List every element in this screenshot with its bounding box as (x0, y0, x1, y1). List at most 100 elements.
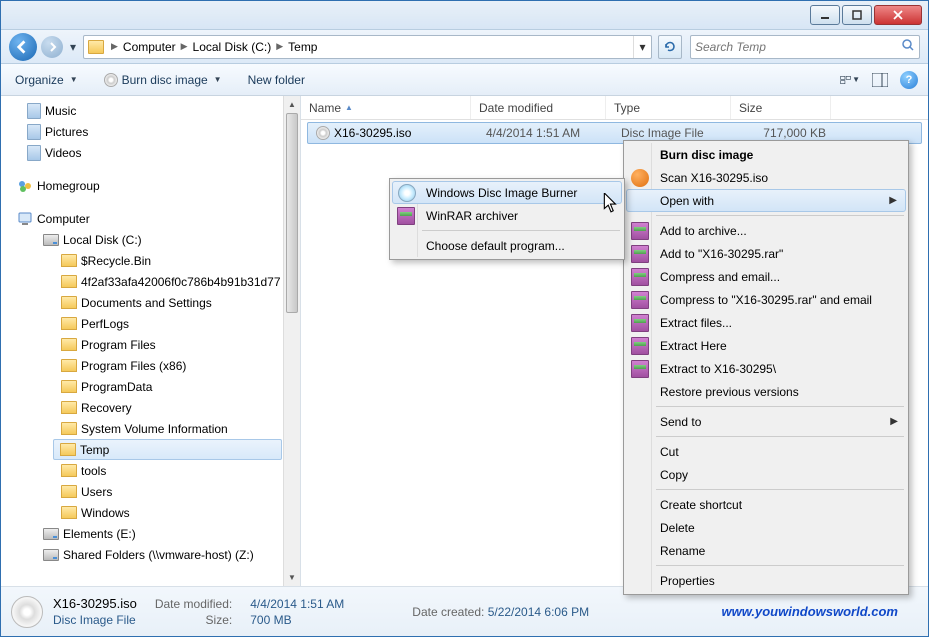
ctx-burn-disc-image[interactable]: Burn disc image (626, 143, 906, 166)
ctx-delete[interactable]: Delete (626, 516, 906, 539)
column-date[interactable]: Date modified (471, 96, 606, 119)
search-box[interactable] (690, 35, 920, 59)
organize-menu[interactable]: Organize▼ (11, 71, 82, 89)
scroll-thumb[interactable] (286, 113, 298, 313)
winrar-icon (631, 245, 649, 263)
ctx-compress-email[interactable]: Compress and email... (626, 265, 906, 288)
column-name[interactable]: Name▲ (301, 96, 471, 119)
ctx-extract-here[interactable]: Extract Here (626, 334, 906, 357)
maximize-button[interactable] (842, 5, 872, 25)
ctx-add-to-rar[interactable]: Add to "X16-30295.rar" (626, 242, 906, 265)
scroll-down-button[interactable]: ▼ (284, 569, 300, 586)
chevron-right-icon[interactable]: ▶ (108, 41, 121, 52)
sidebar-folder-item[interactable]: System Volume Information (5, 418, 300, 439)
sidebar-library-videos[interactable]: Videos (5, 142, 300, 163)
tree-label: Program Files (x86) (81, 359, 186, 373)
watermark-text: www.youwindowsworld.com (722, 604, 898, 619)
tree-label: Users (81, 485, 112, 499)
back-button[interactable] (9, 33, 37, 61)
sidebar-folder-item[interactable]: Program Files (5, 334, 300, 355)
history-dropdown[interactable]: ▾ (67, 37, 79, 57)
ctx-compress-rar-email[interactable]: Compress to "X16-30295.rar" and email (626, 288, 906, 311)
burn-disc-button[interactable]: Burn disc image▼ (100, 71, 226, 89)
computer-icon (17, 211, 33, 227)
ctx-label: Extract Here (660, 339, 727, 353)
scroll-up-button[interactable]: ▲ (284, 96, 300, 113)
preview-pane-button[interactable] (870, 71, 890, 89)
sidebar-homegroup[interactable]: Homegroup (5, 175, 300, 196)
refresh-button[interactable] (658, 35, 682, 59)
sidebar-scrollbar[interactable]: ▲ ▼ (283, 96, 300, 586)
ctx-extract-files[interactable]: Extract files... (626, 311, 906, 334)
submenu-winrar[interactable]: WinRAR archiver (392, 204, 622, 227)
organize-label: Organize (15, 73, 64, 87)
ctx-add-to-archive[interactable]: Add to archive... (626, 219, 906, 242)
ctx-scan[interactable]: Scan X16-30295.iso (626, 166, 906, 189)
search-icon[interactable] (901, 38, 915, 55)
submenu-disc-burner[interactable]: Windows Disc Image Burner (392, 181, 622, 204)
tree-label: 4f2af33afa42006f0c786b4b91b31d77 (81, 275, 281, 289)
ctx-properties[interactable]: Properties (626, 569, 906, 592)
help-button[interactable]: ? (900, 71, 918, 89)
folder-icon (61, 464, 77, 477)
tree-label: Windows (81, 506, 130, 520)
sidebar-drive-z[interactable]: Shared Folders (\\vmware-host) (Z:) (5, 544, 300, 565)
sidebar-folder-item[interactable]: tools (5, 460, 300, 481)
ctx-open-with[interactable]: Open with▶ (626, 189, 906, 212)
minimize-button[interactable] (810, 5, 840, 25)
sidebar-folder-item[interactable]: Program Files (x86) (5, 355, 300, 376)
ctx-send-to[interactable]: Send to▶ (626, 410, 906, 433)
view-options-button[interactable]: ▼ (840, 71, 860, 89)
folder-icon (61, 296, 77, 309)
library-icon (27, 124, 41, 140)
search-input[interactable] (695, 40, 901, 54)
folder-icon (88, 40, 104, 54)
sidebar-folder-item[interactable]: Users (5, 481, 300, 502)
sidebar-drive-c[interactable]: Local Disk (C:) (5, 229, 300, 250)
winrar-icon (397, 207, 415, 225)
address-bar[interactable]: ▶ Computer ▶ Local Disk (C:) ▶ Temp ▾ (83, 35, 652, 59)
ctx-extract-to[interactable]: Extract to X16-30295\ (626, 357, 906, 380)
address-dropdown[interactable]: ▾ (633, 36, 651, 58)
sidebar-drive-e[interactable]: Elements (E:) (5, 523, 300, 544)
tree-label: Videos (45, 146, 81, 160)
sidebar-library-pictures[interactable]: Pictures (5, 121, 300, 142)
folder-icon (61, 380, 77, 393)
breadcrumb-computer[interactable]: Computer (121, 40, 178, 54)
column-type[interactable]: Type (606, 96, 731, 119)
close-button[interactable] (874, 5, 922, 25)
sidebar-library-music[interactable]: Music (5, 100, 300, 121)
column-size[interactable]: Size (731, 96, 831, 119)
sidebar-folder-item[interactable]: ProgramData (5, 376, 300, 397)
ctx-label: Extract files... (660, 316, 732, 330)
winrar-icon (631, 222, 649, 240)
tree-label: Pictures (45, 125, 88, 139)
chevron-right-icon[interactable]: ▶ (178, 41, 191, 52)
sidebar-folder-item[interactable]: PerfLogs (5, 313, 300, 334)
drive-icon (43, 549, 59, 561)
newfolder-label: New folder (248, 73, 305, 87)
sidebar-computer[interactable]: Computer (5, 208, 300, 229)
submenu-choose-default[interactable]: Choose default program... (392, 234, 622, 257)
sidebar-folder-item[interactable]: Documents and Settings (5, 292, 300, 313)
ctx-label: Delete (660, 521, 695, 535)
tree-label: Recovery (81, 401, 132, 415)
new-folder-button[interactable]: New folder (244, 71, 309, 89)
ctx-label: Compress to "X16-30295.rar" and email (660, 293, 872, 307)
window-titlebar (1, 1, 928, 30)
ctx-restore-versions[interactable]: Restore previous versions (626, 380, 906, 403)
sidebar-folder-item[interactable]: Temp (53, 439, 282, 460)
ctx-create-shortcut[interactable]: Create shortcut (626, 493, 906, 516)
breadcrumb-drive[interactable]: Local Disk (C:) (191, 40, 274, 54)
chevron-right-icon[interactable]: ▶ (273, 41, 286, 52)
ctx-copy[interactable]: Copy (626, 463, 906, 486)
ctx-rename[interactable]: Rename (626, 539, 906, 562)
winrar-icon (631, 291, 649, 309)
sidebar-folder-item[interactable]: $Recycle.Bin (5, 250, 300, 271)
sidebar-folder-item[interactable]: 4f2af33afa42006f0c786b4b91b31d77 (5, 271, 300, 292)
forward-button[interactable] (41, 36, 63, 58)
sidebar-folder-item[interactable]: Recovery (5, 397, 300, 418)
ctx-cut[interactable]: Cut (626, 440, 906, 463)
breadcrumb-folder[interactable]: Temp (286, 40, 319, 54)
sidebar-folder-item[interactable]: Windows (5, 502, 300, 523)
